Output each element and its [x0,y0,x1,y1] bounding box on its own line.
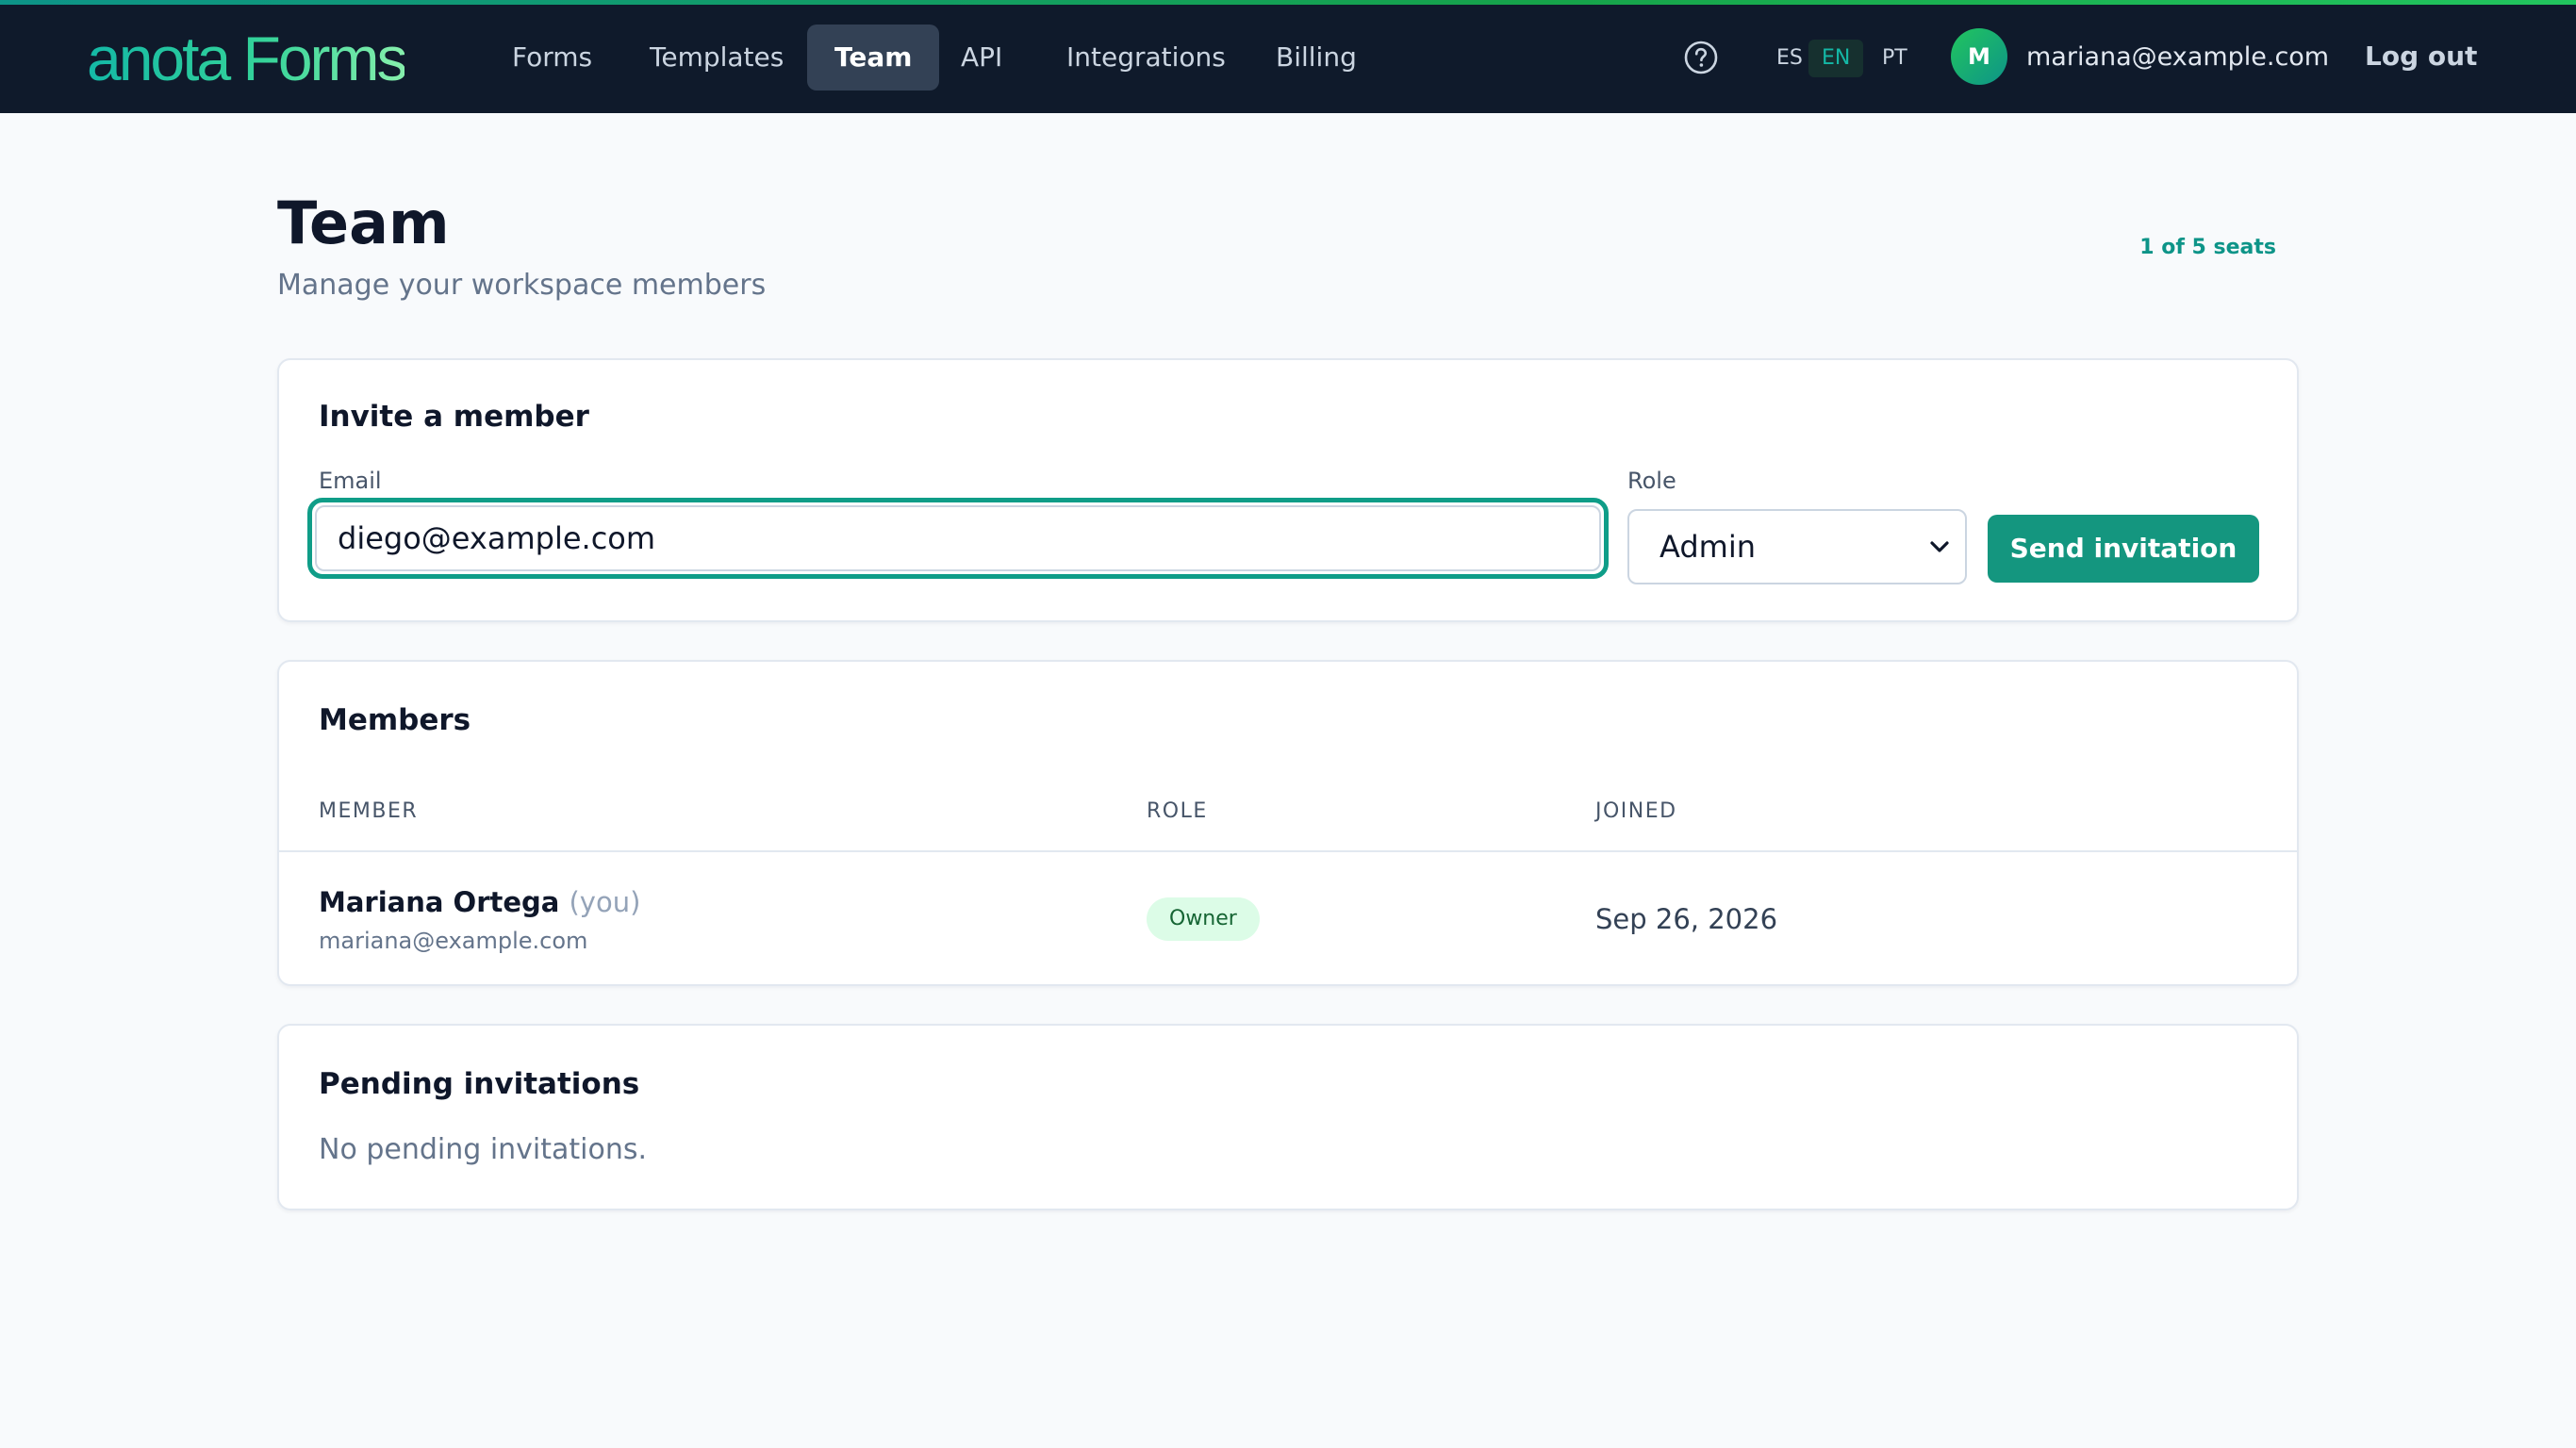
role-label: Role [1627,468,1676,494]
send-invitation-button[interactable]: Send invitation [1988,515,2259,583]
question-circle-icon[interactable] [1683,40,1719,75]
invite-card: Invite a member Email Role Admin Send in… [277,358,2299,622]
email-label: Email [319,468,382,494]
nav-item-api[interactable]: API [933,25,1030,90]
top-accent-stripe [0,0,2576,5]
logout-button[interactable]: Log out [2344,34,2498,79]
pending-invitations-card: Pending invitations No pending invitatio… [277,1024,2299,1210]
chevron-down-icon [1930,541,1949,552]
table-divider [279,850,2297,852]
seats-counter: 1 of 5 seats [2139,236,2276,259]
status-badge: Owner [1147,897,1260,941]
lang-en[interactable]: EN [1808,40,1864,77]
pending-empty-state: No pending invitations. [319,1133,648,1166]
top-navbar: anota Forms Forms Templates Team API Int… [0,0,2576,113]
member-name-text: Mariana Ortega [319,886,560,918]
user-email: mariana@example.com [2026,42,2330,72]
lang-pt[interactable]: PT [1869,40,1921,77]
pending-card-title: Pending invitations [319,1067,640,1101]
avatar[interactable]: M [1951,28,2007,85]
members-card-title: Members [319,703,471,737]
column-header-role: ROLE [1147,799,1208,823]
email-input[interactable] [315,505,1601,571]
column-header-joined: JOINED [1595,799,1677,823]
member-name: Mariana Ortega (you) [319,886,640,918]
nav-item-billing[interactable]: Billing [1248,25,1384,90]
email-focus-ring [307,498,1609,579]
column-header-member: MEMBER [319,799,419,823]
members-card: Members MEMBER ROLE JOINED Mariana Orteg… [277,660,2299,986]
nav-item-team[interactable]: Team [807,25,940,90]
role-select-value: Admin [1660,529,1756,565]
role-select[interactable]: Admin [1627,509,1967,584]
member-email: mariana@example.com [319,928,588,954]
nav-item-integrations[interactable]: Integrations [1039,25,1253,90]
invite-card-title: Invite a member [319,400,589,434]
member-joined-date: Sep 26, 2026 [1595,903,1778,935]
nav-item-templates[interactable]: Templates [622,25,811,90]
page-subtitle: Manage your workspace members [277,269,767,302]
page-title: Team [277,189,450,257]
member-you-tag: (you) [569,886,641,918]
nav-item-forms[interactable]: Forms [485,25,619,90]
app-logo[interactable]: anota Forms [87,21,407,96]
